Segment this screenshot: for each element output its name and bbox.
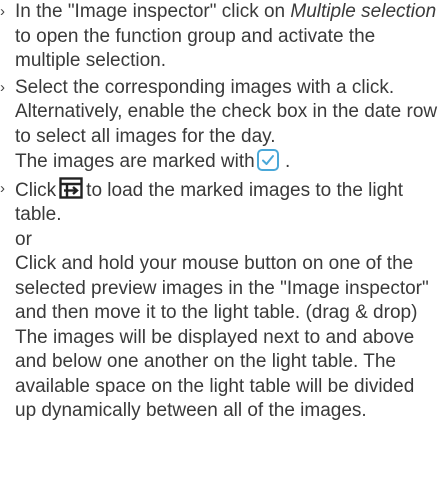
- step-3-drag-text: Click and hold your mouse button on one …: [15, 253, 429, 323]
- checkbox-checked-icon: [256, 149, 279, 171]
- step-1-text: In the "Image inspector" click on Multip…: [15, 0, 440, 74]
- step-3-result-text: The images will be displayed next to and…: [15, 326, 415, 422]
- instruction-step-3: › Click to load the marked images to the …: [0, 176, 440, 424]
- step-2-period: .: [285, 151, 291, 172]
- step-1-text-a: In the "Image inspector" click on: [15, 1, 291, 22]
- step-3-click-line: Click to load the marked images to the li…: [15, 176, 440, 228]
- bullet-chevron-icon: ›: [0, 78, 5, 96]
- bullet-chevron-icon: ›: [0, 3, 5, 20]
- instruction-step-2: › Select the corresponding images with a…: [0, 76, 440, 175]
- multiple-selection-term: Multiple selection: [290, 1, 437, 22]
- step-3-or: or: [15, 228, 32, 250]
- step-3-click-text: Click: [15, 179, 57, 201]
- step-1-text-c: to open the function group and activate …: [15, 25, 376, 72]
- bullet-chevron-icon: ›: [0, 179, 5, 197]
- instruction-step-1: › In the "Image inspector" click on Mult…: [0, 0, 440, 74]
- load-to-light-table-icon: [59, 176, 83, 199]
- instruction-list: › In the "Image inspector" click on Mult…: [0, 0, 440, 424]
- step-2-marked-text: The images are marked with: [15, 151, 255, 172]
- step-2-marked-line: The images are marked with .: [15, 149, 440, 175]
- step-2-text: Select the corresponding images with a c…: [15, 76, 438, 147]
